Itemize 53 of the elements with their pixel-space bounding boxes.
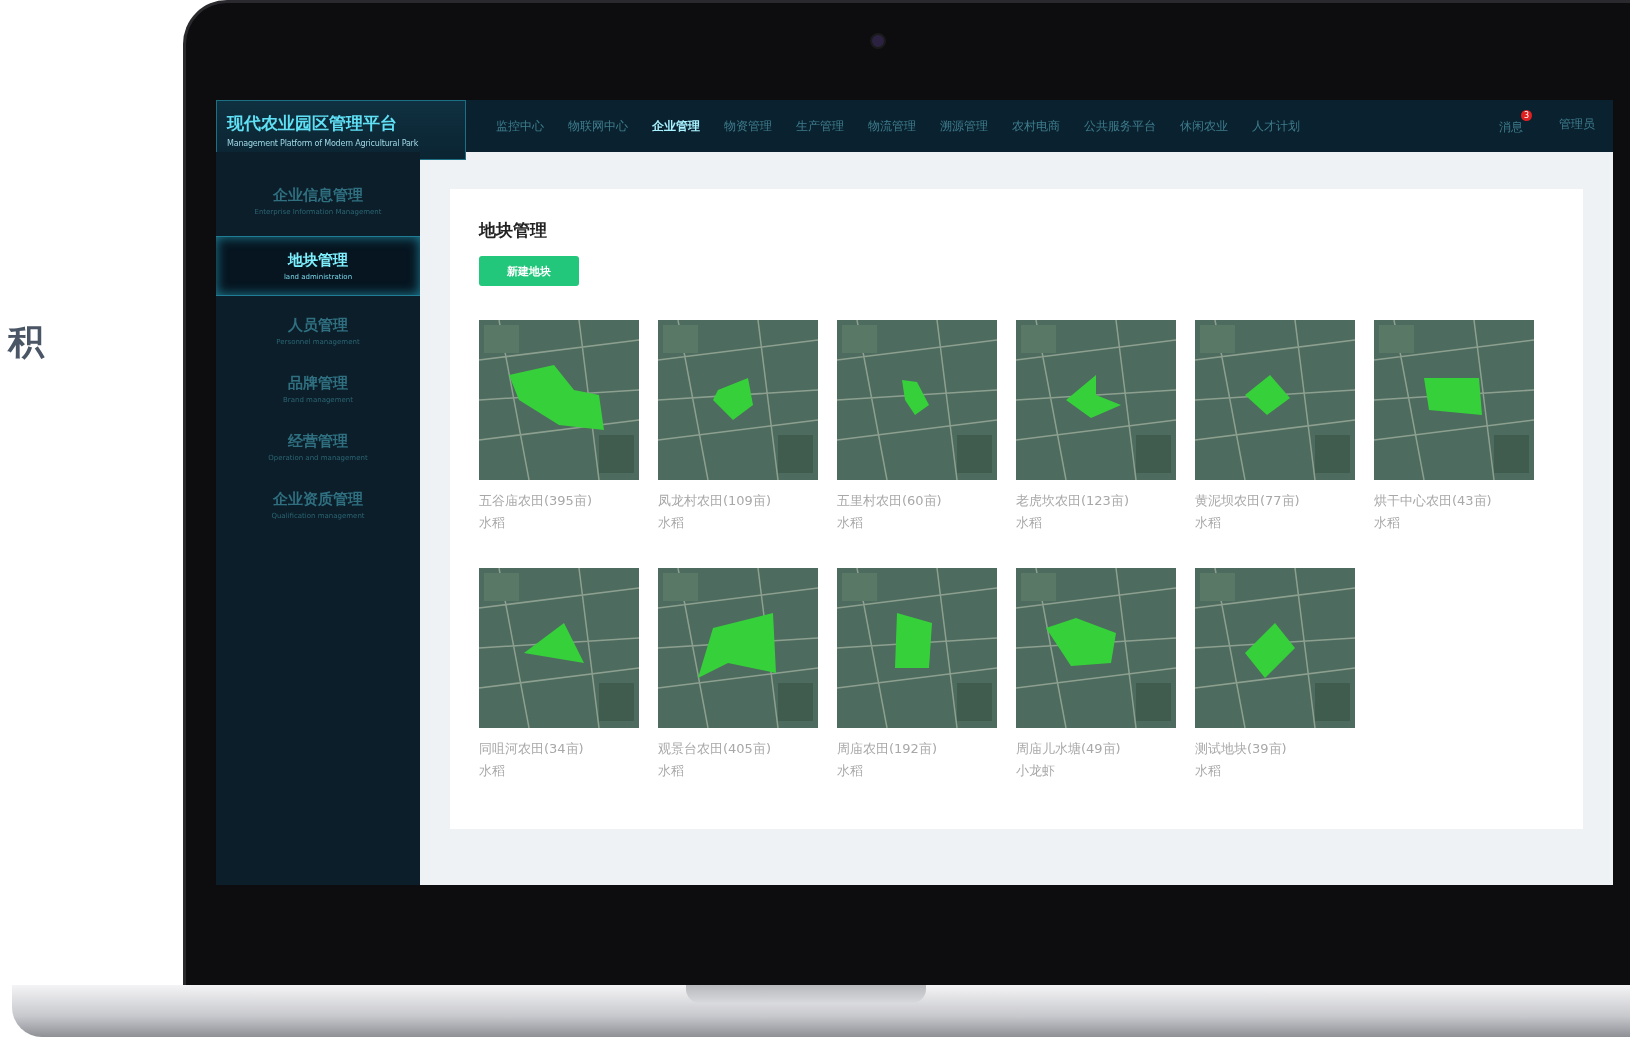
nav-tab[interactable]: 溯源管理: [940, 117, 988, 135]
plot-crop: 水稻: [479, 514, 506, 532]
nav-tab[interactable]: 公共服务平台: [1084, 117, 1156, 135]
field-map-drawing[interactable]: [1374, 320, 1534, 480]
new-plot-button[interactable]: 新建地块: [479, 256, 579, 286]
field-map-drawing[interactable]: [1195, 568, 1355, 728]
field-map-drawing[interactable]: [1016, 568, 1176, 728]
plot-crop: 水稻: [1195, 514, 1222, 532]
plot-name: 周庙农田(192亩): [837, 740, 938, 758]
app-title: 现代农业园区管理平台: [227, 112, 398, 135]
nav-tab[interactable]: 监控中心: [496, 117, 544, 135]
field-map-drawing[interactable]: [1195, 320, 1355, 480]
plot-crop: 水稻: [479, 762, 506, 780]
field-map-drawing[interactable]: [658, 320, 818, 480]
plot-name: 老虎坎农田(123亩): [1016, 492, 1130, 510]
plot-crop: 水稻: [1195, 762, 1222, 780]
plot-crop: 水稻: [1016, 514, 1043, 532]
field-map-drawing[interactable]: [1016, 320, 1176, 480]
messages-link[interactable]: 消息: [1499, 120, 1523, 134]
plot-name: 测试地块(39亩): [1195, 740, 1288, 758]
plot-crop: 水稻: [837, 514, 864, 532]
field-map-drawing[interactable]: [658, 568, 818, 728]
field-map-drawing[interactable]: [479, 568, 639, 728]
plot-crop: 水稻: [658, 762, 685, 780]
field-map-drawing[interactable]: [837, 320, 997, 480]
caption-text: 积: [6, 320, 44, 364]
app-subtitle: Management Platform of Modern Agricultural Park: [227, 139, 420, 148]
plot-crop: 水稻: [837, 762, 864, 780]
nav-tab[interactable]: 生产管理: [796, 117, 844, 135]
field-map-drawing[interactable]: [479, 320, 639, 480]
message-count-badge: 3: [1521, 110, 1532, 121]
field-map-drawing[interactable]: [837, 568, 997, 728]
plot-crop: 水稻: [658, 514, 685, 532]
plot-name: 周庙儿水塘(49亩): [1016, 740, 1122, 758]
page-title: 地块管理: [479, 219, 547, 242]
plot-name: 五谷庙农田(395亩): [479, 492, 593, 510]
camera-icon: [870, 33, 886, 49]
plot-crop: 水稻: [1374, 514, 1401, 532]
plot-name: 烘干中心农田(43亩): [1374, 492, 1493, 510]
plot-name: 凤龙村农田(109亩): [658, 492, 772, 510]
nav-tab[interactable]: 农村电商: [1012, 117, 1060, 135]
plot-name: 同咀河农田(34亩): [479, 740, 585, 758]
nav-tab[interactable]: 物流管理: [868, 117, 916, 135]
nav-tab[interactable]: 休闲农业: [1180, 117, 1228, 135]
nav-tab[interactable]: 人才计划: [1252, 117, 1300, 135]
nav-tab[interactable]: 物联网中心: [568, 117, 628, 135]
plot-name: 五里村农田(60亩): [837, 492, 943, 510]
user-link[interactable]: 管理员: [1559, 116, 1595, 136]
plot-name: 黄泥坝农田(77亩): [1195, 492, 1301, 510]
nav-tab[interactable]: 企业管理: [652, 117, 700, 135]
plot-name: 观景台农田(405亩): [658, 740, 772, 758]
plot-crop: 小龙虾: [1016, 762, 1056, 780]
nav-tab[interactable]: 物资管理: [724, 117, 772, 135]
